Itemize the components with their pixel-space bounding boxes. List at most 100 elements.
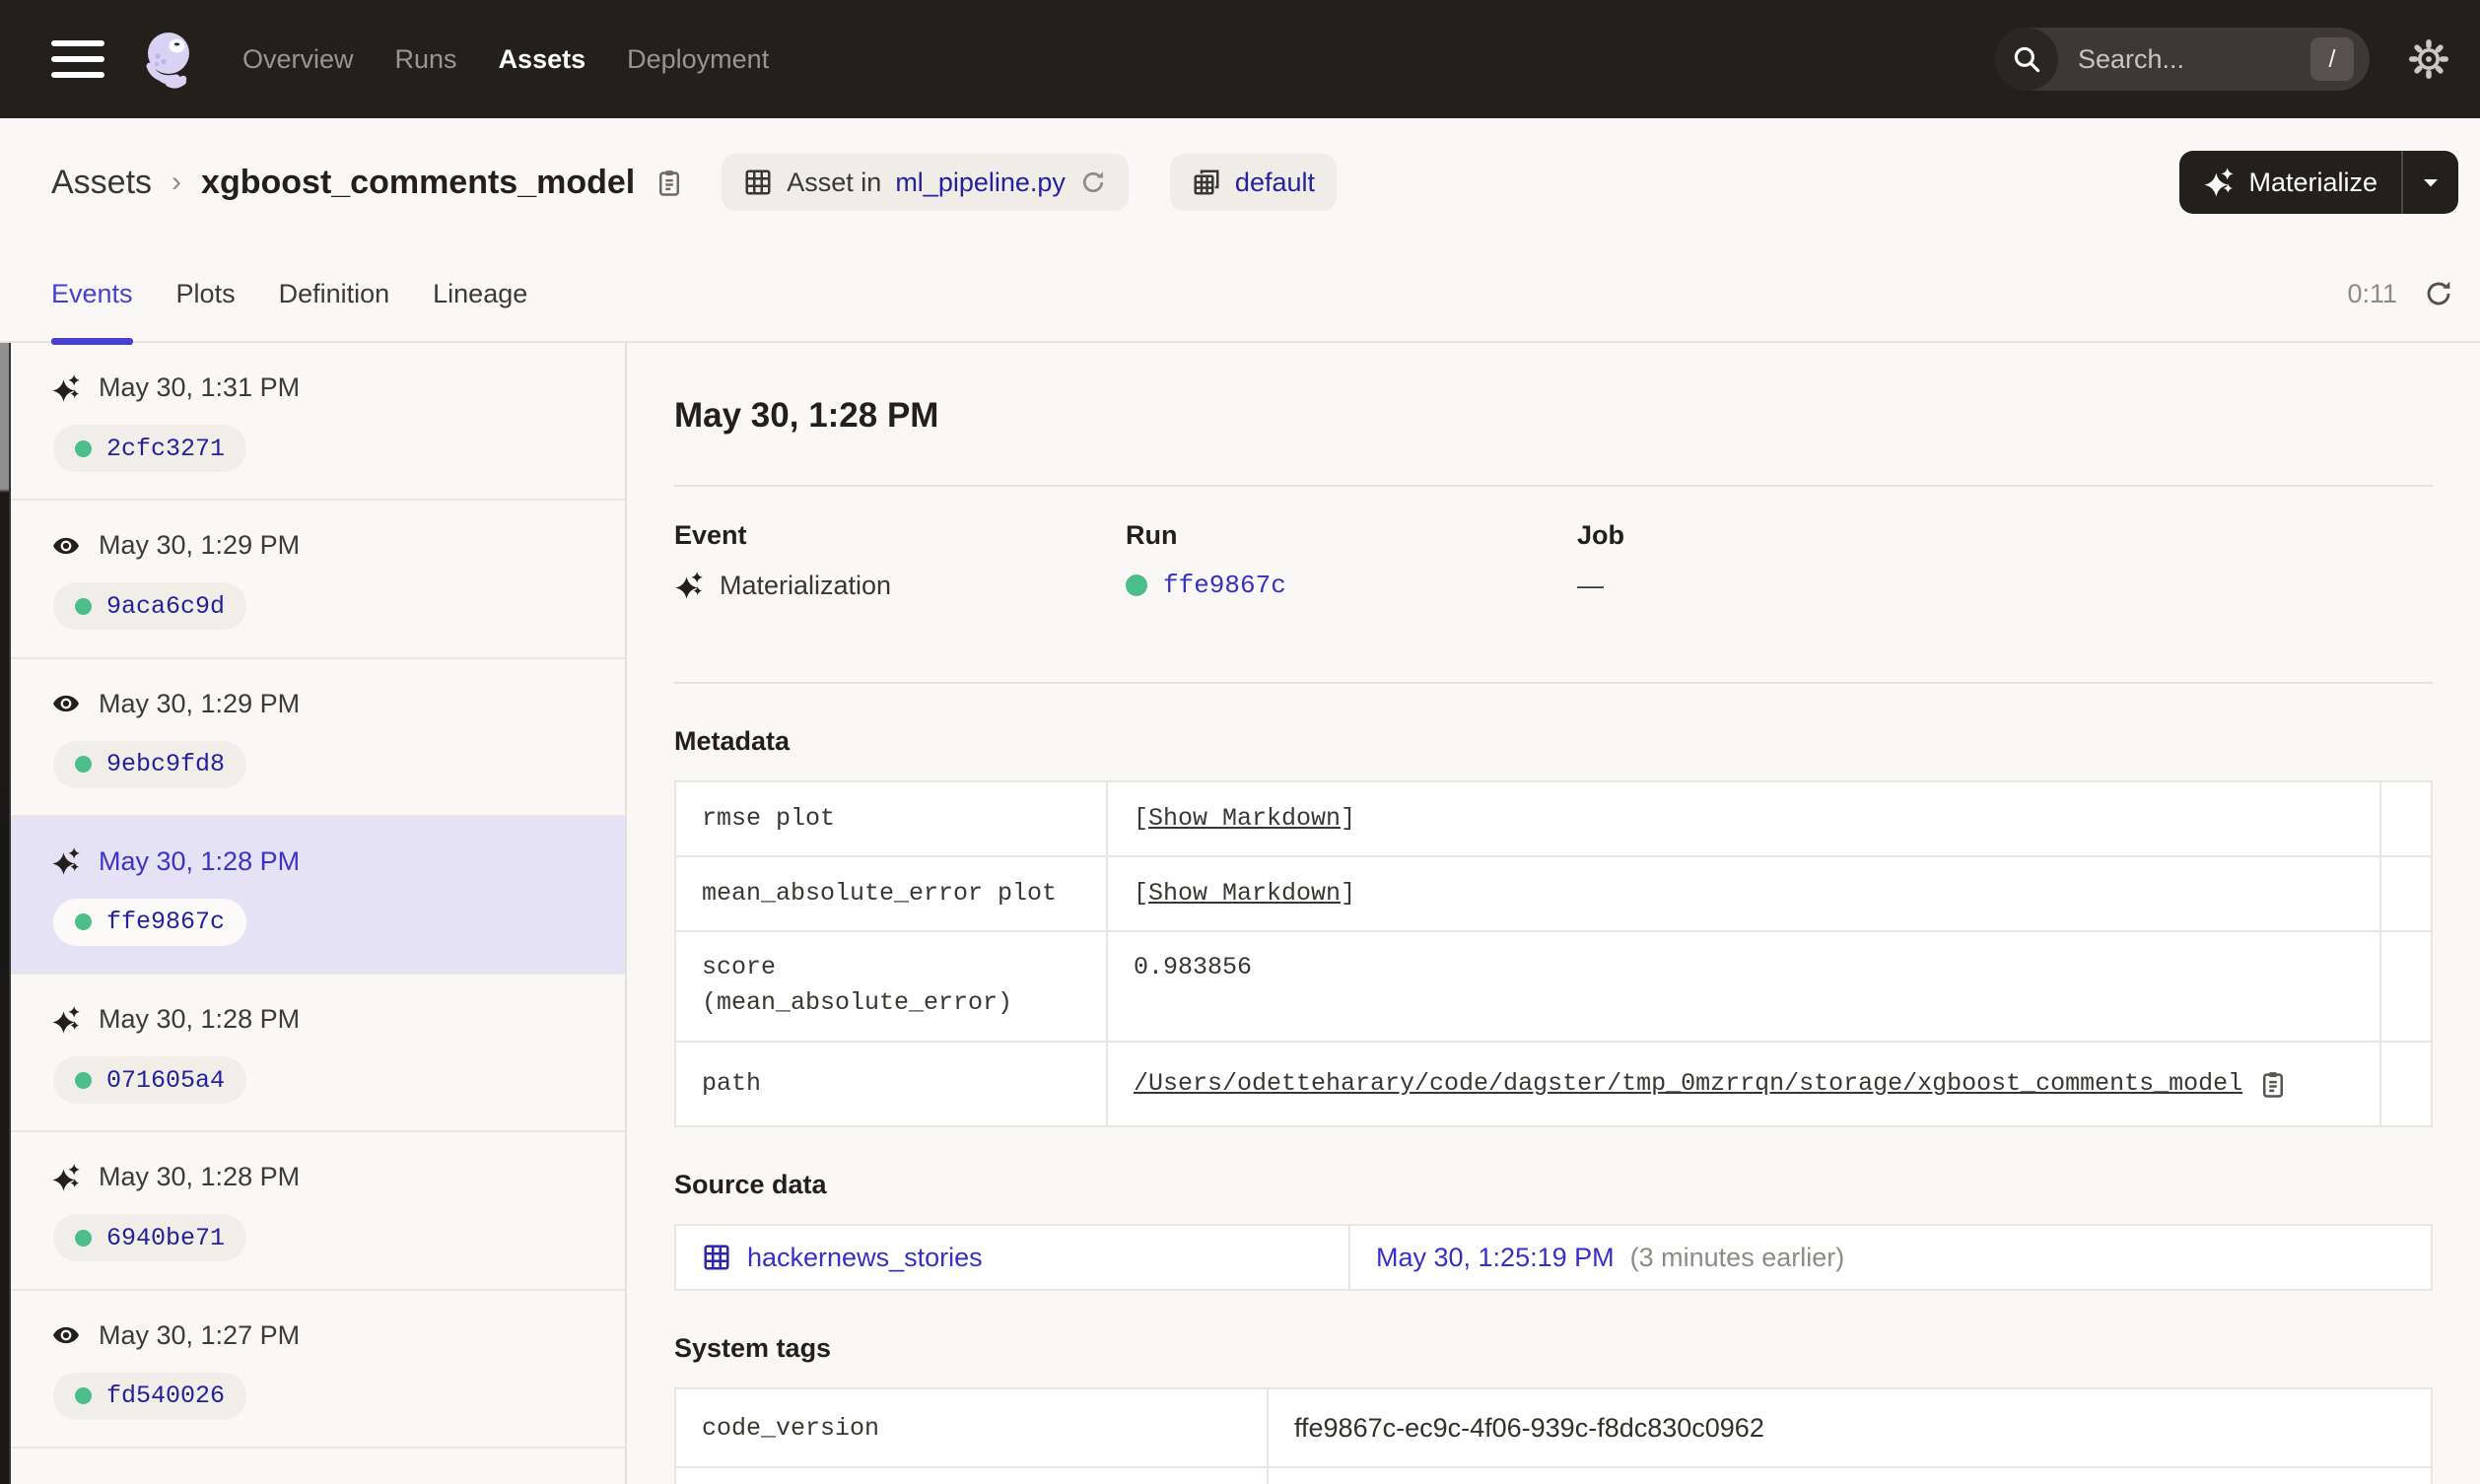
metadata-key: mean_absolute_error plot [676, 857, 1108, 930]
system-tags-table: code_version ffe9867c-ec9c-4f06-939c-f8d… [674, 1387, 2433, 1484]
search-input[interactable] [2076, 42, 2287, 76]
page-title: xgboost_comments_model [201, 163, 636, 201]
run-id-link: 6940be71 [106, 1223, 226, 1252]
materialization-sparkle-icon [52, 1005, 80, 1034]
gear-icon[interactable] [2407, 37, 2450, 81]
run-label: Run [1126, 520, 1178, 550]
source-timestamp-link[interactable]: May 30, 1:25:19 PM [1376, 1243, 1615, 1273]
run-id-pill[interactable]: 9aca6c9d [53, 582, 247, 631]
bracket: [ [1134, 804, 1149, 833]
window-edge-artifact [0, 343, 11, 1484]
job-label: Job [1577, 520, 1625, 550]
tab-definition[interactable]: Definition [279, 246, 390, 341]
tag-key: code_version [676, 1389, 1269, 1466]
metadata-key: path [676, 1043, 1108, 1125]
event-timestamp: May 30, 1:27 PM [99, 1319, 301, 1350]
tab-lineage[interactable]: Lineage [433, 246, 527, 341]
run-id-pill[interactable]: 6940be71 [53, 1214, 247, 1262]
path-link[interactable]: /Users/odetteharary/code/dagster/tmp_0mz… [1134, 1066, 2242, 1102]
run-id-link: 071605a4 [106, 1065, 226, 1095]
caret-down-icon [2424, 178, 2438, 186]
event-list-item[interactable]: May 30, 1:28 PM 071605a4 [0, 975, 625, 1133]
event-list-item[interactable]: May 30, 1:31 PM 2cfc3271 [0, 343, 625, 502]
breadcrumb-row: Assets › xgboost_comments_model Asset in… [0, 118, 2480, 246]
event-timestamp: May 30, 1:29 PM [99, 688, 301, 718]
run-id-pill[interactable]: fd540026 [53, 1372, 247, 1420]
global-search[interactable]: / [1995, 28, 2370, 91]
source-timestamp-note: (3 minutes earlier) [1629, 1242, 1845, 1272]
run-id-link[interactable]: ffe9867c [1163, 571, 1286, 600]
event-timestamp: May 30, 1:29 PM [99, 530, 301, 561]
run-success-dot [75, 439, 92, 457]
run-id-pill[interactable]: ffe9867c [53, 898, 247, 946]
primary-nav: Overview Runs Assets Deployment [242, 44, 769, 75]
nav-item-runs[interactable]: Runs [395, 44, 457, 75]
run-success-dot [75, 1387, 92, 1405]
run-id-link: 9ebc9fd8 [106, 750, 226, 779]
tag-value: ffe9867c-ec9c-4f06-939c-f8dc830c0962 [1294, 1412, 1764, 1443]
event-list-item[interactable]: May 30, 1:29 PM 9aca6c9d [0, 501, 625, 659]
run-id-link: 9aca6c9d [106, 591, 226, 621]
run-id-pill[interactable]: 2cfc3271 [53, 425, 247, 472]
source-data-table: hackernews_stories May 30, 1:25:19 PM (3… [674, 1224, 2433, 1291]
run-success-dot [1126, 574, 1147, 596]
bracket: ] [1341, 804, 1356, 833]
metadata-heading: Metadata [674, 726, 791, 756]
event-list: May 30, 1:31 PM 2cfc3271 May 30, 1:29 PM… [0, 343, 627, 1484]
menu-icon[interactable] [51, 40, 104, 78]
run-id-pill[interactable]: 9ebc9fd8 [53, 740, 247, 788]
table-grid-icon [745, 169, 771, 195]
event-label: Event [674, 520, 747, 550]
event-list-item[interactable]: May 30, 1:27 PM fd540026 [0, 1291, 625, 1450]
job-value: — [1577, 570, 1604, 600]
run-id-link: fd540026 [106, 1382, 226, 1411]
score-value: 0.983856 [1134, 953, 1253, 981]
copy-asset-name-icon[interactable] [654, 168, 684, 197]
table-row: rmse plot [Show Markdown] [676, 782, 2431, 857]
tab-events[interactable]: Events [51, 246, 133, 345]
search-shortcut-key: / [2310, 37, 2354, 81]
event-type-value: Materialization [720, 570, 892, 600]
event-timestamp: May 30, 1:28 PM [99, 1162, 301, 1192]
system-tags-heading: System tags [674, 1333, 832, 1363]
nav-item-deployment[interactable]: Deployment [627, 44, 769, 75]
run-success-dot [75, 913, 92, 931]
reload-location-icon[interactable] [1079, 169, 1107, 196]
source-asset-link[interactable]: hackernews_stories [747, 1243, 983, 1273]
run-success-dot [75, 1071, 92, 1089]
run-id-link: ffe9867c [106, 908, 226, 937]
metadata-key: score (mean_absolute_error) [676, 932, 1108, 1041]
group-badge-label: default [1234, 167, 1315, 197]
run-id-pill[interactable]: 071605a4 [53, 1056, 247, 1105]
run-success-dot [75, 1229, 92, 1247]
group-badge[interactable]: default [1169, 154, 1337, 211]
event-list-item[interactable]: May 30, 1:28 PM 6940be71 [0, 1132, 625, 1291]
code-location-link[interactable]: ml_pipeline.py [895, 168, 1066, 198]
show-markdown-link[interactable]: Show Markdown [1148, 876, 1341, 911]
source-asset-cell: hackernews_stories [676, 1226, 1350, 1289]
table-row: mean_absolute_error plot [Show Markdown] [676, 857, 2431, 932]
event-timestamp: May 30, 1:28 PM [99, 1004, 301, 1035]
show-markdown-link[interactable]: Show Markdown [1148, 801, 1341, 837]
bracket: ] [1341, 879, 1356, 908]
run-success-dot [75, 597, 92, 615]
materialization-sparkle-icon [52, 847, 80, 876]
tab-plots[interactable]: Plots [176, 246, 236, 341]
breadcrumb-assets-link[interactable]: Assets [51, 164, 152, 202]
nav-item-overview[interactable]: Overview [242, 44, 354, 75]
nav-item-assets[interactable]: Assets [499, 44, 586, 75]
materialize-dropdown-button[interactable] [2403, 151, 2458, 214]
copy-path-icon[interactable] [2258, 1069, 2288, 1099]
table-row: code_version ffe9867c-ec9c-4f06-939c-f8d… [676, 1389, 2431, 1468]
event-list-item[interactable]: May 30, 1:29 PM 9ebc9fd8 [0, 659, 625, 817]
event-list-item-selected[interactable]: May 30, 1:28 PM ffe9867c [0, 816, 625, 976]
run-success-dot [75, 756, 92, 774]
materialize-button-label: Materialize [2248, 167, 2377, 197]
asset-location-prefix: Asset in [787, 167, 882, 197]
metadata-table: rmse plot [Show Markdown] mean_absolute_… [674, 780, 2433, 1127]
event-summary: Event Materialization Run ffe9867c Job — [674, 520, 2433, 605]
table-grid-icon [704, 1245, 729, 1270]
refresh-icon[interactable] [2423, 278, 2454, 309]
materialize-button[interactable]: Materialize [2179, 151, 2401, 214]
dagster-logo[interactable] [138, 27, 203, 92]
